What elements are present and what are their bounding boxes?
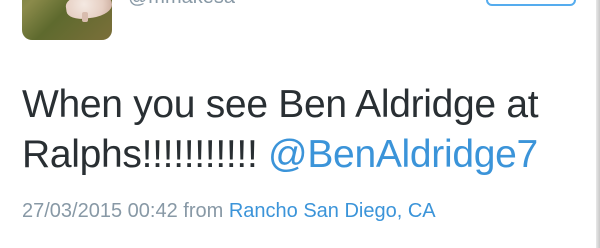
tweet-card: @mmakesa When you see Ben Aldridge at Ra… — [0, 0, 600, 248]
follow-button[interactable] — [486, 0, 576, 6]
avatar-dog-image — [64, 0, 112, 22]
user-handle[interactable]: @mmakesa — [128, 0, 235, 9]
tweet-meta: 27/03/2015 00:42 from Rancho San Diego, … — [22, 200, 436, 223]
mention-link[interactable]: @BenAldridge7 — [268, 133, 538, 176]
tweet-timestamp: 27/03/2015 00:42 — [22, 200, 178, 222]
tweet-location-link[interactable]: Rancho San Diego, CA — [229, 200, 436, 222]
tweet-text: When you see Ben Aldridge at Ralphs!!!!!… — [22, 80, 582, 180]
avatar-dog-leg — [82, 12, 88, 22]
tweet-text-line2: Ralphs!!!!!!!!!!! — [22, 133, 258, 176]
user-avatar[interactable] — [22, 0, 112, 40]
device-edge — [596, 0, 600, 248]
tweet-text-line1: When you see Ben Aldridge at — [22, 83, 539, 126]
tweet-from-label: from — [183, 200, 224, 222]
